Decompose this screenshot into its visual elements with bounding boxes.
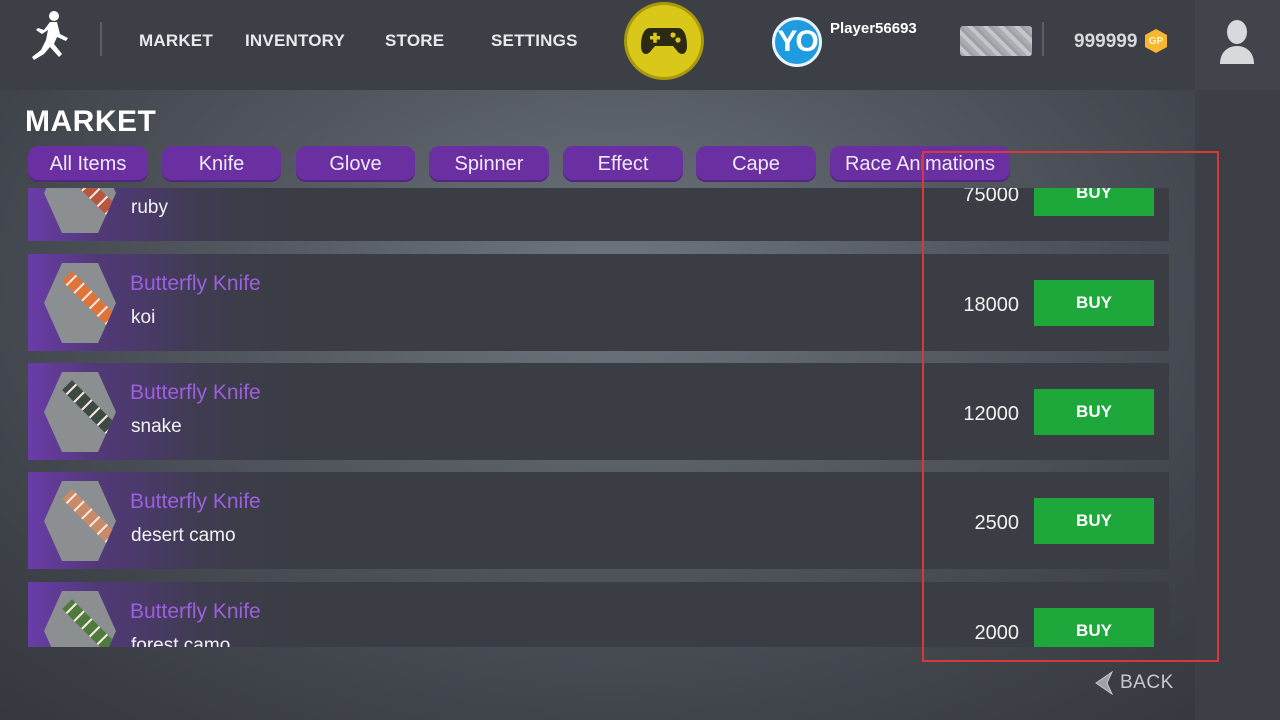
knife-blade-icon: [62, 188, 116, 215]
item-name: Butterfly Knife: [130, 272, 261, 295]
item-price: 18000: [963, 294, 1019, 316]
buy-button[interactable]: BUY: [1034, 389, 1154, 435]
buy-button[interactable]: BUY: [1034, 608, 1154, 647]
item-price: 2500: [974, 512, 1020, 534]
profile-avatar-icon[interactable]: [1218, 18, 1256, 66]
knife-blade-icon: [62, 271, 116, 325]
buy-button[interactable]: BUY: [1034, 280, 1154, 326]
coin-balance: 999999: [1074, 31, 1138, 52]
item-thumbnail: [44, 263, 116, 343]
list-item: Butterfly Knife forest camo 2000 BUY: [28, 582, 1169, 647]
knife-blade-icon: [62, 489, 116, 543]
play-game-button[interactable]: [624, 2, 704, 80]
item-price: 2000: [974, 622, 1020, 644]
item-price: 12000: [963, 403, 1019, 425]
item-skin: desert camo: [131, 525, 236, 546]
rank-badge: [960, 26, 1032, 56]
tab-knife[interactable]: Knife: [162, 146, 281, 182]
back-label: BACK: [1120, 672, 1174, 693]
nav-market[interactable]: MARKET: [139, 31, 213, 51]
item-name: Butterfly Knife: [130, 490, 261, 513]
market-item-list[interactable]: ruby 75000 BUY Butterfly Knife koi 18000…: [28, 188, 1169, 647]
knife-blade-icon: [62, 599, 116, 647]
nav-inventory[interactable]: INVENTORY: [245, 31, 345, 51]
page-title: MARKET: [25, 105, 157, 138]
gamepad-icon: [641, 28, 687, 54]
nav-settings[interactable]: SETTINGS: [491, 31, 578, 51]
player-name: Player56693: [830, 20, 917, 37]
item-thumbnail: [44, 481, 116, 561]
buy-button[interactable]: BUY: [1034, 188, 1154, 216]
back-arrow-icon: [1095, 671, 1114, 695]
tab-race-animations[interactable]: Race Animations: [830, 146, 1010, 182]
tab-cape[interactable]: Cape: [696, 146, 816, 182]
list-item: Butterfly Knife desert camo 2500 BUY: [28, 472, 1169, 569]
item-thumbnail: [44, 591, 116, 647]
yo-logo-icon: YO: [772, 17, 822, 67]
item-skin: koi: [131, 307, 156, 328]
runner-logo-icon[interactable]: [24, 10, 72, 66]
tab-glove[interactable]: Glove: [296, 146, 415, 182]
right-side-panel: [1195, 0, 1280, 720]
item-skin: snake: [131, 416, 182, 437]
tab-spinner[interactable]: Spinner: [429, 146, 549, 182]
list-item: Butterfly Knife koi 18000 BUY: [28, 254, 1169, 351]
buy-button[interactable]: BUY: [1034, 498, 1154, 544]
item-thumbnail: [44, 372, 116, 452]
item-name: Butterfly Knife: [130, 381, 261, 404]
list-item: ruby 75000 BUY: [28, 188, 1169, 241]
item-skin: ruby: [131, 197, 168, 218]
tab-all-items[interactable]: All Items: [28, 146, 148, 182]
item-name: Butterfly Knife: [130, 600, 261, 623]
item-skin: forest camo: [131, 635, 231, 647]
nav-divider: [100, 22, 102, 56]
tab-effect[interactable]: Effect: [563, 146, 683, 182]
coins-divider: [1042, 22, 1044, 56]
knife-blade-icon: [62, 380, 116, 434]
nav-store[interactable]: STORE: [385, 31, 444, 51]
back-button[interactable]: BACK: [1094, 670, 1174, 696]
item-price: 75000: [963, 188, 1019, 206]
item-thumbnail: [44, 188, 116, 233]
list-item: Butterfly Knife snake 12000 BUY: [28, 363, 1169, 460]
